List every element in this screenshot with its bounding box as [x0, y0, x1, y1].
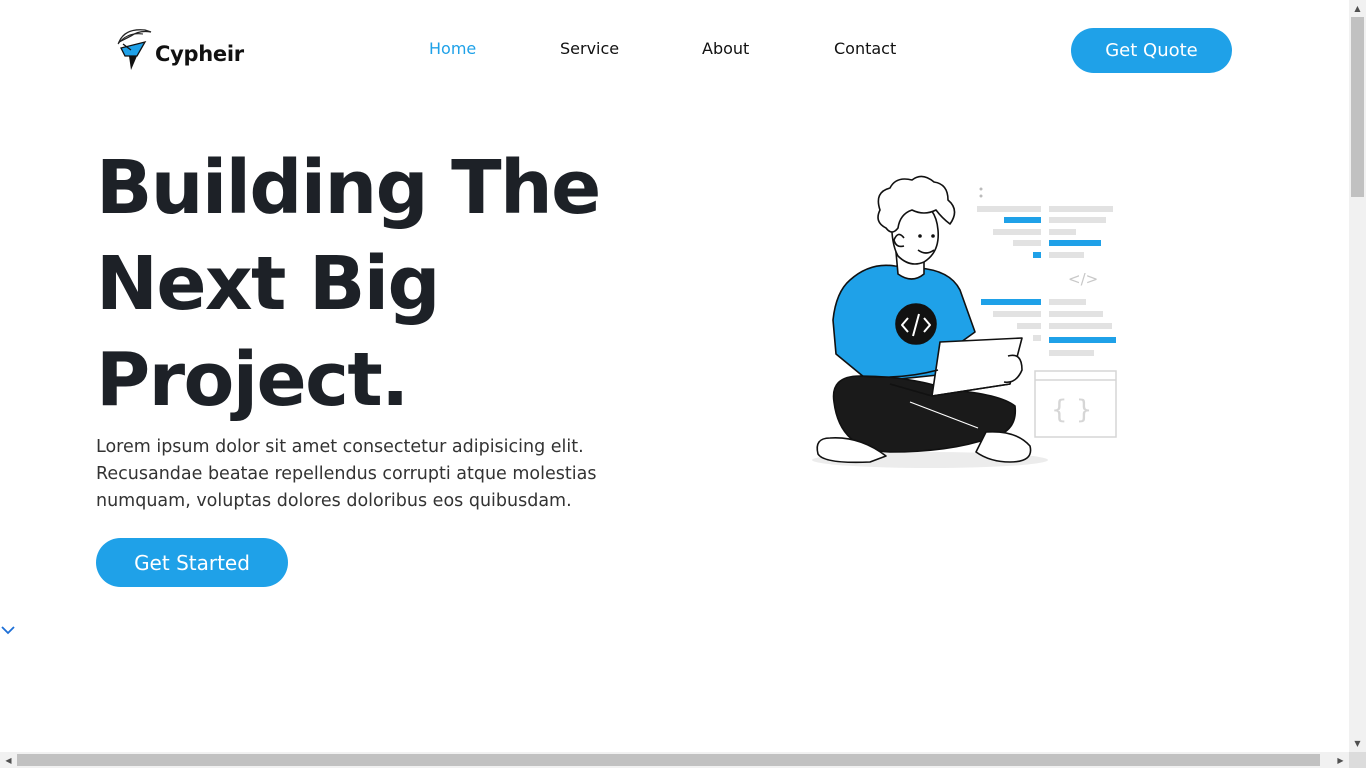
developer-illustration: </> { } [812, 175, 1117, 468]
scroll-left-arrow-icon[interactable]: ◀ [0, 752, 17, 768]
scrollbar-corner [1349, 752, 1366, 768]
scroll-up-arrow-icon[interactable]: ▲ [1349, 0, 1366, 17]
chevron-down-icon[interactable] [0, 622, 18, 638]
vertical-scrollbar[interactable]: ▲ ▼ [1349, 0, 1366, 752]
scroll-down-arrow-icon[interactable]: ▼ [1349, 735, 1366, 752]
person-graphic [816, 175, 1032, 464]
nav-link-contact[interactable]: Contact [834, 39, 896, 58]
hero-title-line: Building The [96, 145, 601, 231]
nav-link-home[interactable]: Home [429, 39, 476, 58]
hero-title: Building The Next Big Project. [96, 140, 716, 428]
hero-description: Lorem ipsum dolor sit amet consectetur a… [96, 437, 597, 511]
brand-name: Cypheir [155, 42, 244, 66]
scroll-right-arrow-icon[interactable]: ▶ [1332, 752, 1349, 768]
nav-link-about[interactable]: About [702, 39, 749, 58]
horizontal-scrollbar[interactable]: ◀ ▶ [0, 752, 1349, 768]
braces-label: { } [1051, 395, 1092, 425]
horizontal-scroll-thumb[interactable] [17, 754, 1320, 766]
hero-title-line: Next Big [96, 241, 441, 327]
code-tag-label: </> [1068, 270, 1098, 288]
landing-page: Cypheir Home Service About Contact Get Q… [0, 0, 1349, 752]
get-quote-button[interactable]: Get Quote [1071, 28, 1232, 73]
vertical-scroll-thumb[interactable] [1351, 17, 1364, 197]
logo-icon [117, 29, 152, 70]
hero-title-line: Project. [96, 337, 409, 423]
get-started-button[interactable]: Get Started [96, 538, 288, 587]
brand-logo[interactable]: Cypheir [115, 26, 255, 76]
nav-link-service[interactable]: Service [560, 39, 619, 58]
